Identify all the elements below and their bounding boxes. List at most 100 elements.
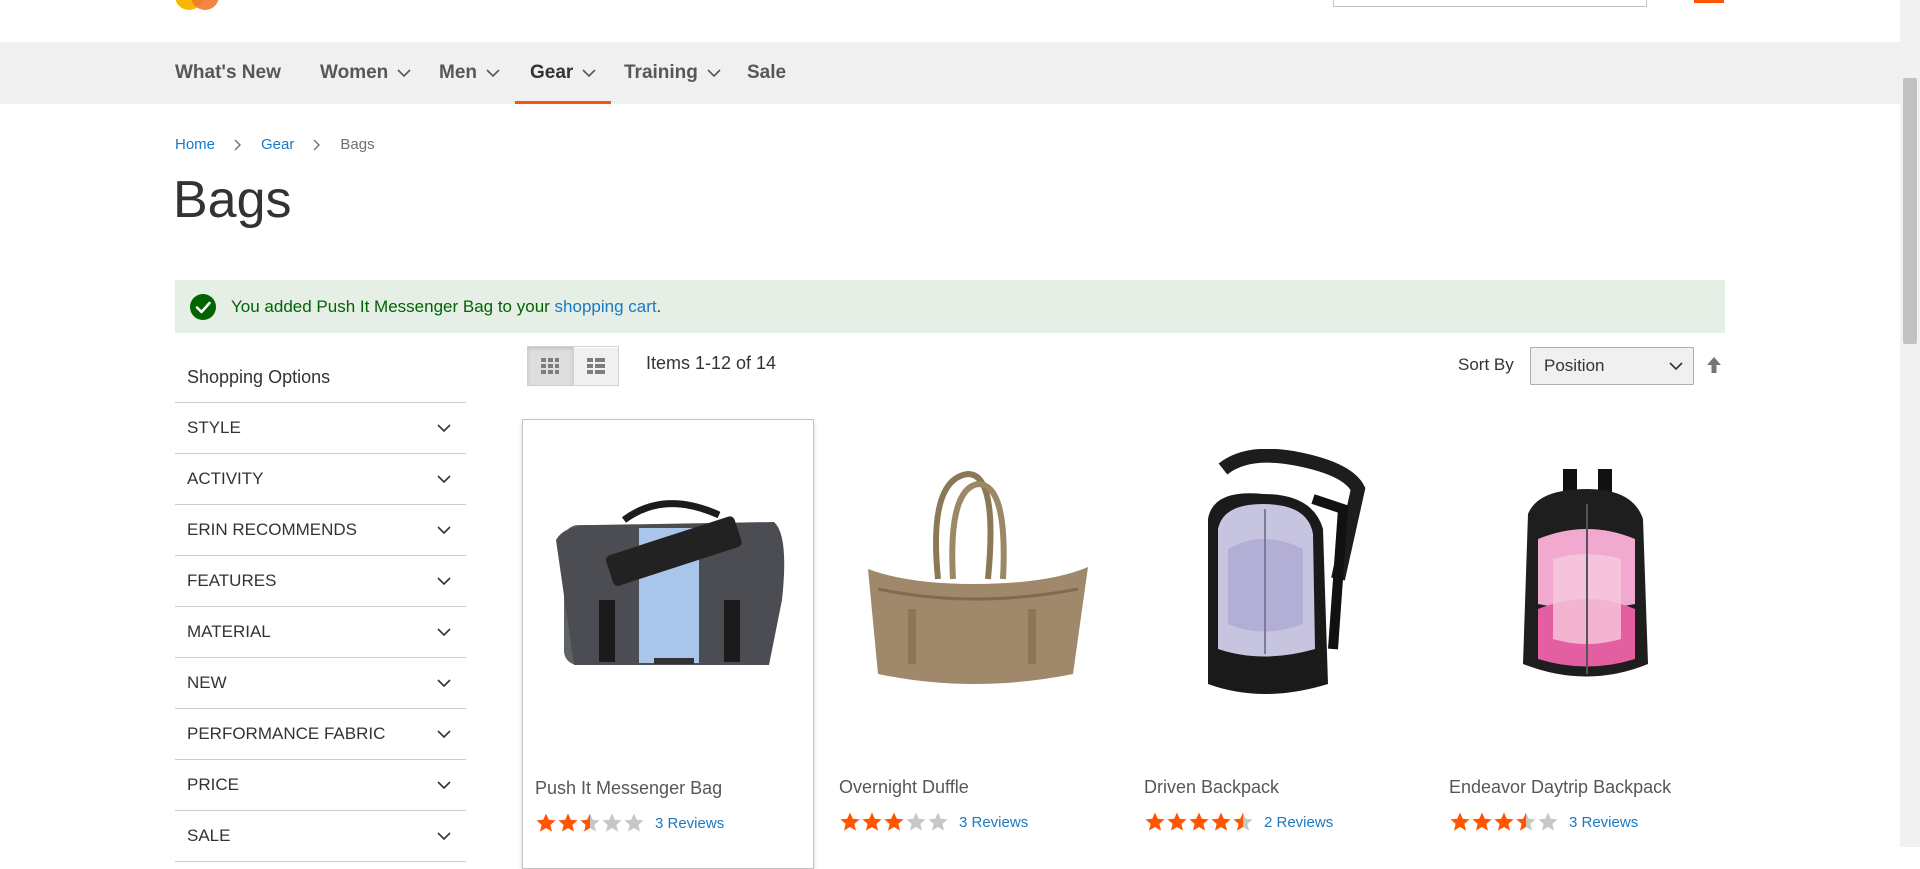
- nav-item-gear[interactable]: Gear: [514, 42, 612, 104]
- product-image[interactable]: [827, 449, 1119, 709]
- breadcrumb-current: Bags: [340, 136, 375, 153]
- page: What's New Women Men Gear Training Sale …: [0, 0, 1900, 869]
- filter-erin-recommends[interactable]: ERIN RECOMMENDS: [175, 505, 466, 556]
- sort-by-select[interactable]: Position: [1530, 347, 1694, 385]
- breadcrumb-home-link[interactable]: Home: [175, 136, 215, 153]
- star-icon: [1516, 812, 1536, 831]
- nav-item-label: Sale: [747, 62, 787, 83]
- list-view-icon: [586, 358, 605, 374]
- filter-label: PRICE: [187, 775, 239, 794]
- chevron-down-icon: [436, 726, 452, 742]
- product-name-link[interactable]: Overnight Duffle: [839, 777, 969, 798]
- star-icon: [624, 813, 644, 832]
- chevron-down-icon: [486, 66, 500, 80]
- nav-item-sale[interactable]: Sale: [747, 42, 786, 104]
- product-name-link[interactable]: Endeavor Daytrip Backpack: [1449, 777, 1671, 798]
- page-title: Bags: [173, 171, 292, 229]
- filter-features[interactable]: FEATURES: [175, 556, 466, 607]
- product-rating: 3 Reviews: [839, 811, 1028, 833]
- rating-stars: [1449, 811, 1559, 833]
- nav-item-whats-new[interactable]: What's New: [175, 42, 281, 104]
- star-icon: [536, 813, 556, 832]
- shopping-options-title: Shopping Options: [175, 352, 466, 403]
- breadcrumb-gear-link[interactable]: Gear: [261, 136, 294, 153]
- sidebar-filters: Shopping Options STYLE ACTIVITY ERIN RECOM…: [175, 352, 466, 862]
- filter-material[interactable]: MATERIAL: [175, 607, 466, 658]
- reviews-link[interactable]: 3 Reviews: [1569, 814, 1638, 831]
- product-item[interactable]: Endeavor Daytrip Backpack 3 Reviews: [1437, 419, 1729, 869]
- product-image[interactable]: [1132, 449, 1424, 709]
- product-item[interactable]: Driven Backpack 2 Reviews: [1132, 419, 1424, 869]
- star-icon: [840, 812, 860, 831]
- reviews-link[interactable]: 3 Reviews: [655, 815, 724, 832]
- product-image[interactable]: [523, 450, 815, 710]
- product-item[interactable]: Overnight Duffle 3 Reviews: [827, 419, 1119, 869]
- search-input[interactable]: [1333, 0, 1647, 7]
- filter-sale[interactable]: SALE: [175, 811, 466, 862]
- filter-label: ERIN RECOMMENDS: [187, 520, 358, 539]
- reviews-link[interactable]: 2 Reviews: [1264, 814, 1333, 831]
- chevron-down-icon: [707, 66, 721, 80]
- rating-stars: [1144, 811, 1254, 833]
- star-icon: [558, 813, 578, 832]
- duffle-bag-image: [868, 470, 1088, 684]
- star-icon: [928, 812, 948, 831]
- sort-direction-arrow-up-icon[interactable]: [1704, 355, 1724, 375]
- main-navigation: What's New Women Men Gear Training Sale: [0, 42, 1900, 104]
- filter-label: PERFORMANCE FABRIC: [187, 724, 386, 743]
- star-icon: [1494, 812, 1514, 831]
- nav-item-training[interactable]: Training: [624, 42, 721, 104]
- nav-item-label: Training: [624, 62, 698, 83]
- nav-item-women[interactable]: Women: [320, 42, 411, 104]
- star-icon: [1167, 812, 1187, 831]
- message-period: .: [656, 296, 662, 316]
- filter-activity[interactable]: ACTIVITY: [175, 454, 466, 505]
- chevron-right-icon: [233, 139, 243, 151]
- product-rating: 3 Reviews: [1449, 811, 1638, 833]
- star-icon: [884, 812, 904, 831]
- shopping-cart-link[interactable]: shopping cart: [555, 297, 657, 317]
- breadcrumb: Home Gear Bags: [175, 136, 375, 153]
- product-item[interactable]: Push It Messenger Bag 3 Reviews: [522, 419, 814, 869]
- star-icon: [602, 813, 622, 832]
- daytrip-backpack-image: [1523, 469, 1648, 677]
- view-mode-switcher: [527, 346, 619, 386]
- filter-label: MATERIAL: [187, 622, 271, 641]
- filter-performance-fabric[interactable]: PERFORMANCE FABRIC: [175, 709, 466, 760]
- star-icon: [862, 812, 882, 831]
- success-message: You added Push It Messenger Bag to your …: [175, 280, 1725, 333]
- grid-view-button[interactable]: [527, 346, 574, 386]
- rating-stars: [535, 812, 645, 834]
- product-image[interactable]: [1437, 449, 1729, 709]
- star-icon: [1538, 812, 1558, 831]
- filter-price[interactable]: PRICE: [175, 760, 466, 811]
- grid-view-icon: [541, 358, 560, 374]
- rating-stars: [839, 811, 949, 833]
- chevron-down-icon: [436, 624, 452, 640]
- nav-item-men[interactable]: Men: [439, 42, 500, 104]
- sort-select-value: Position: [1544, 356, 1605, 375]
- filter-style[interactable]: STYLE: [175, 403, 466, 454]
- star-icon: [1211, 812, 1231, 831]
- store-logo[interactable]: [175, 0, 231, 10]
- nav-item-label: What's New: [175, 62, 281, 83]
- chevron-down-icon: [436, 828, 452, 844]
- product-name-link[interactable]: Driven Backpack: [1144, 777, 1279, 798]
- reviews-link[interactable]: 3 Reviews: [959, 814, 1028, 831]
- chevron-down-icon: [397, 66, 411, 80]
- star-icon: [1472, 812, 1492, 831]
- scrollbar-thumb[interactable]: [1903, 78, 1917, 344]
- page-scrollbar[interactable]: [1900, 0, 1920, 847]
- chevron-right-icon: [312, 139, 322, 151]
- chevron-down-icon: [436, 573, 452, 589]
- list-view-button[interactable]: [573, 346, 619, 386]
- star-icon: [1189, 812, 1209, 831]
- star-icon: [580, 813, 600, 832]
- backpack-image: [1208, 449, 1366, 694]
- nav-item-label: Women: [320, 62, 389, 83]
- minicart-icon[interactable]: [1694, 0, 1724, 3]
- filter-new[interactable]: NEW: [175, 658, 466, 709]
- chevron-down-icon: [582, 66, 596, 80]
- product-name-link[interactable]: Push It Messenger Bag: [535, 778, 722, 799]
- chevron-down-icon: [436, 777, 452, 793]
